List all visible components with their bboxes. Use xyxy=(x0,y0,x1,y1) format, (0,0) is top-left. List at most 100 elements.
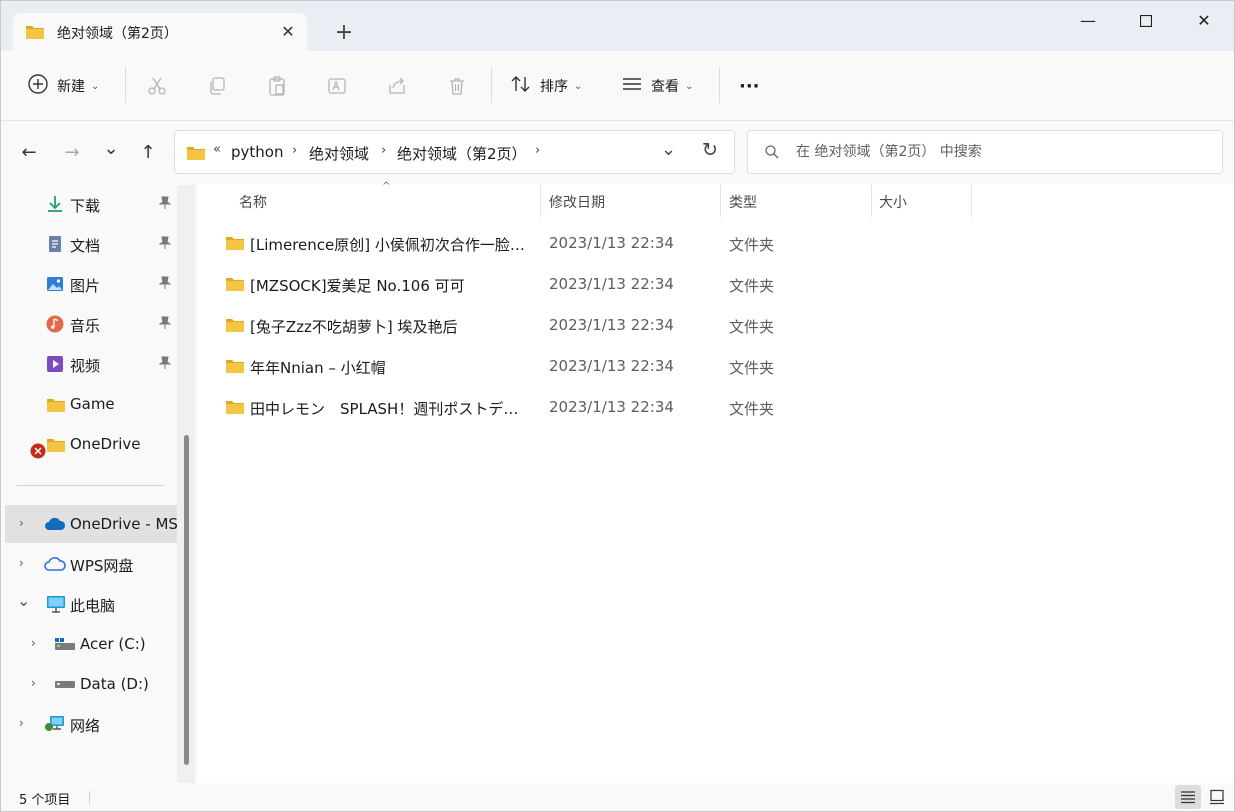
sidebar-item-label: 图片 xyxy=(70,277,101,295)
overflow-crumbs-button[interactable]: « xyxy=(213,142,221,157)
chevron-right-icon[interactable]: › xyxy=(31,636,36,650)
file-row[interactable]: [Limerence原创] 小侯佩初次合作一脸羞涩 2023/1/13 22:3… xyxy=(221,225,981,261)
sidebar-item-label: WPS网盘 xyxy=(70,557,134,575)
file-row[interactable]: 年年Nnian – 小红帽 2023/1/13 22:34 文件夹 xyxy=(221,348,981,384)
sidebar-item-music[interactable]: 音乐 xyxy=(1,305,177,343)
chevron-right-icon[interactable]: › xyxy=(31,676,36,690)
column-header-size[interactable]: 大小 xyxy=(879,192,907,212)
column-header-type[interactable]: 类型 xyxy=(729,192,757,212)
sidebar-item-documents[interactable]: 文档 xyxy=(1,225,177,263)
breadcrumb-separator[interactable]: › xyxy=(381,143,386,158)
file-name: [Limerence原创] 小侯佩初次合作一脸羞涩 xyxy=(250,236,532,254)
chevron-right-icon[interactable]: › xyxy=(19,556,24,570)
file-row[interactable]: [MZSOCK]爱美足 No.106 可可 2023/1/13 22:34 文件… xyxy=(221,266,981,302)
sidebar-scrollbar-thumb[interactable] xyxy=(184,435,189,765)
column-divider[interactable] xyxy=(540,185,541,217)
column-divider[interactable] xyxy=(971,185,972,217)
back-button[interactable]: ← xyxy=(15,139,43,167)
sidebar-item-drive-d[interactable]: › Data (D:) xyxy=(1,665,177,703)
close-window-button[interactable]: ✕ xyxy=(1181,7,1227,35)
folder-icon xyxy=(25,24,45,44)
file-type: 文件夹 xyxy=(729,318,775,336)
copy-button[interactable] xyxy=(204,73,230,99)
cut-button[interactable] xyxy=(144,73,170,99)
delete-button[interactable] xyxy=(444,73,470,99)
sidebar-item-game[interactable]: Game xyxy=(1,385,177,423)
sidebar-item-onedrive-ms[interactable]: › OneDrive - MS xyxy=(5,505,178,543)
sidebar-item-downloads[interactable]: 下载 xyxy=(1,185,177,223)
sidebar-divider xyxy=(17,485,165,486)
up-button[interactable]: ↑ xyxy=(134,139,162,167)
paste-button[interactable] xyxy=(264,73,290,99)
sidebar-item-videos[interactable]: 视频 xyxy=(1,345,177,383)
column-divider[interactable] xyxy=(720,185,721,217)
pin-icon xyxy=(158,236,172,253)
file-row[interactable]: [兔子Zzz不吃胡萝卜] 埃及艳后 2023/1/13 22:34 文件夹 xyxy=(221,307,981,343)
breadcrumb-separator[interactable]: › xyxy=(535,143,540,158)
breadcrumb-current-folder[interactable]: 绝对领域（第2页） xyxy=(397,143,527,164)
pin-icon xyxy=(158,316,172,333)
forward-button[interactable]: → xyxy=(58,139,86,167)
refresh-button[interactable]: ↻ xyxy=(702,139,718,161)
sidebar-item-pictures[interactable]: 图片 xyxy=(1,265,177,303)
address-bar[interactable]: « python › 绝对领域 › 绝对领域（第2页） › ⌄ ↻ xyxy=(174,130,735,174)
paste-icon xyxy=(269,76,285,96)
new-button-label: 新建 xyxy=(57,79,85,95)
maximize-button[interactable] xyxy=(1123,7,1169,35)
folder-icon xyxy=(46,437,65,455)
this-pc-icon xyxy=(46,595,66,613)
column-divider[interactable] xyxy=(871,185,872,217)
minimize-button[interactable]: — xyxy=(1065,7,1111,35)
sidebar-item-label: 视频 xyxy=(70,357,101,375)
tab-current-folder[interactable]: 绝对领域（第2页） ✕ xyxy=(13,13,307,51)
column-header-name[interactable]: 名称 xyxy=(239,192,267,212)
folder-icon xyxy=(225,235,245,255)
details-view-button[interactable] xyxy=(1175,785,1201,809)
tab-close-icon[interactable]: ✕ xyxy=(277,21,299,43)
sidebar-item-network[interactable]: › 网络 xyxy=(1,705,177,743)
drive-d-icon xyxy=(54,678,76,696)
sort-button-label: 排序 xyxy=(540,79,568,95)
onedrive-cloud-icon xyxy=(44,516,66,534)
recent-locations-button[interactable]: ⌄ xyxy=(97,135,125,163)
share-button[interactable] xyxy=(384,73,410,99)
chevron-down-icon[interactable]: ⌄ xyxy=(17,591,30,610)
search-icon xyxy=(764,144,780,164)
chevron-right-icon[interactable]: › xyxy=(19,716,24,730)
file-row[interactable]: 田中レモン SPLASH！週刊ポストデジタル写真集 2023/1/13 22:3… xyxy=(221,389,981,425)
new-tab-button[interactable]: + xyxy=(331,21,357,47)
sort-button[interactable]: 排序 ⌄ xyxy=(510,71,582,101)
chevron-right-icon[interactable]: › xyxy=(19,516,24,530)
sidebar-item-wps-cloud[interactable]: › WPS网盘 xyxy=(1,545,177,583)
large-icons-view-button[interactable] xyxy=(1204,785,1230,809)
see-more-button[interactable]: ··· xyxy=(739,71,760,101)
file-date-modified: 2023/1/13 22:34 xyxy=(549,275,674,293)
search-box[interactable] xyxy=(747,130,1223,174)
new-button[interactable]: 新建 ⌄ xyxy=(27,71,99,101)
network-icon xyxy=(44,715,66,733)
status-divider xyxy=(89,791,90,805)
sidebar-item-label: 音乐 xyxy=(70,317,101,335)
folder-icon xyxy=(46,397,65,415)
navigation-bar: ← → ⌄ ↑ « python › 绝对领域 › 绝对领域（第2页） › ⌄ … xyxy=(1,121,1234,183)
large-icons-view-icon xyxy=(1210,789,1224,805)
search-input[interactable] xyxy=(796,141,1196,163)
copy-icon xyxy=(210,77,225,95)
file-explorer-window: 绝对领域（第2页） ✕ + — ✕ 新建 ⌄ 排序 ⌄ 查看 ⌄ ··· ← →… xyxy=(0,0,1235,812)
breadcrumb-separator[interactable]: › xyxy=(292,143,297,158)
maximize-icon xyxy=(1139,14,1153,28)
sidebar-item-this-pc[interactable]: ⌄ 此电脑 xyxy=(1,585,177,623)
file-type: 文件夹 xyxy=(729,236,775,254)
view-button[interactable]: 查看 ⌄ xyxy=(621,71,693,101)
toolbar-divider xyxy=(491,67,492,103)
sidebar-item-drive-c[interactable]: › Acer (C:) xyxy=(1,625,177,663)
sidebar-item-onedrive-folder[interactable]: OneDrive xyxy=(1,425,177,463)
tab-title: 绝对领域（第2页） xyxy=(57,26,178,42)
breadcrumb-python[interactable]: python xyxy=(231,143,283,161)
folder-icon xyxy=(225,399,245,419)
rename-button[interactable] xyxy=(324,73,350,99)
breadcrumb-absolute-domain[interactable]: 绝对领域 xyxy=(309,143,369,164)
column-header-date-modified[interactable]: 修改日期 xyxy=(549,192,605,212)
plus-circle-icon xyxy=(27,73,49,99)
address-dropdown-button[interactable]: ⌄ xyxy=(661,139,676,160)
